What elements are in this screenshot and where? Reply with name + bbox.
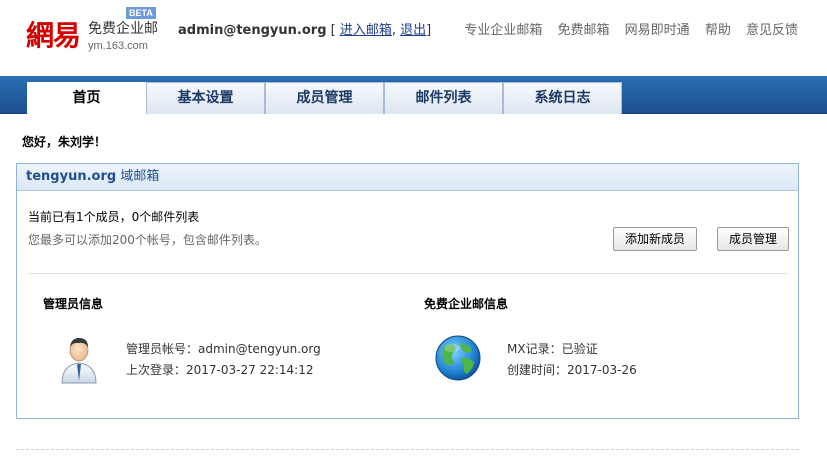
admin-account-value: admin@tengyun.org — [198, 342, 321, 356]
logo-mark: 網易 — [26, 19, 81, 52]
toplink-free-mail[interactable]: 免费邮箱 — [558, 23, 610, 38]
toplink-feedback[interactable]: 意见反馈 — [746, 23, 798, 38]
bracket-close: ] — [426, 23, 432, 38]
mx-record-value: 已验证 — [561, 342, 598, 356]
account-limit-text: 您最多可以添加200个帐号，包含邮件列表。 — [28, 233, 267, 247]
account-bar: admin@tengyun.org [ 进入邮箱, 退出] — [178, 22, 431, 40]
admin-account-row: 管理员帐号：admin@tengyun.org — [126, 341, 321, 357]
logo-product-name: 免费企业邮 — [88, 21, 158, 37]
free-mail-info-title: 免费企业邮信息 — [424, 297, 509, 311]
greeting: 您好，朱刘学！ — [22, 135, 107, 149]
main-nav: 首页 基本设置 成员管理 邮件列表 系统日志 — [0, 76, 827, 115]
bracket-open: [ — [330, 23, 336, 38]
footer-divider — [16, 449, 799, 450]
panel-divider — [28, 273, 788, 274]
panel-header: tengyun.org 域邮箱 — [17, 164, 798, 191]
mx-record-label: MX记录： — [507, 342, 562, 356]
logout-link[interactable]: 退出 — [400, 23, 426, 38]
created-time-value: 2017-03-26 — [567, 363, 637, 377]
tab-mail-lists[interactable]: 邮件列表 — [384, 82, 503, 114]
last-login-row: 上次登录：2017-03-27 22:14:12 — [126, 362, 313, 378]
manage-members-button[interactable]: 成员管理 — [717, 227, 789, 251]
toplink-pro-mail[interactable]: 专业企业邮箱 — [464, 23, 542, 38]
enter-mailbox-link[interactable]: 进入邮箱 — [340, 23, 392, 38]
tab-home[interactable]: 首页 — [27, 82, 146, 115]
last-login-label: 上次登录： — [126, 363, 187, 377]
toplink-help[interactable]: 帮助 — [705, 23, 731, 38]
globe-icon — [435, 335, 481, 381]
admin-info-title: 管理员信息 — [43, 297, 104, 311]
add-member-button[interactable]: 添加新成员 — [613, 227, 697, 251]
account-email: admin@tengyun.org — [178, 23, 327, 38]
last-login-value: 2017-03-27 22:14:12 — [186, 363, 314, 377]
domain-mailbox-panel: tengyun.org 域邮箱 当前已有1个成员，0个邮件列表 您最多可以添加2… — [16, 163, 799, 419]
admin-avatar-icon — [61, 338, 97, 384]
member-count-text: 当前已有1个成员，0个邮件列表 — [28, 210, 200, 224]
created-time-row: 创建时间：2017-03-26 — [507, 362, 637, 378]
tab-basic-settings[interactable]: 基本设置 — [146, 82, 265, 114]
top-links: 专业企业邮箱 免费邮箱 网易即时通 帮助 意见反馈 — [453, 22, 798, 40]
logo-domain: ym.163.com — [88, 40, 148, 52]
netease-logo[interactable]: 網易 免费企业邮 BETA ym.163.com — [22, 7, 167, 57]
tab-system-log[interactable]: 系统日志 — [503, 82, 622, 114]
panel-title-suffix: 域邮箱 — [120, 169, 160, 184]
account-separator: , — [391, 23, 397, 38]
admin-account-label: 管理员帐号： — [126, 342, 199, 356]
mx-record-row: MX记录：已验证 — [507, 341, 598, 357]
created-time-label: 创建时间： — [507, 363, 568, 377]
toplink-popo[interactable]: 网易即时通 — [625, 23, 690, 38]
tab-member-management[interactable]: 成员管理 — [265, 82, 384, 114]
panel-domain: tengyun.org — [26, 169, 117, 184]
beta-badge: BETA — [126, 7, 156, 19]
